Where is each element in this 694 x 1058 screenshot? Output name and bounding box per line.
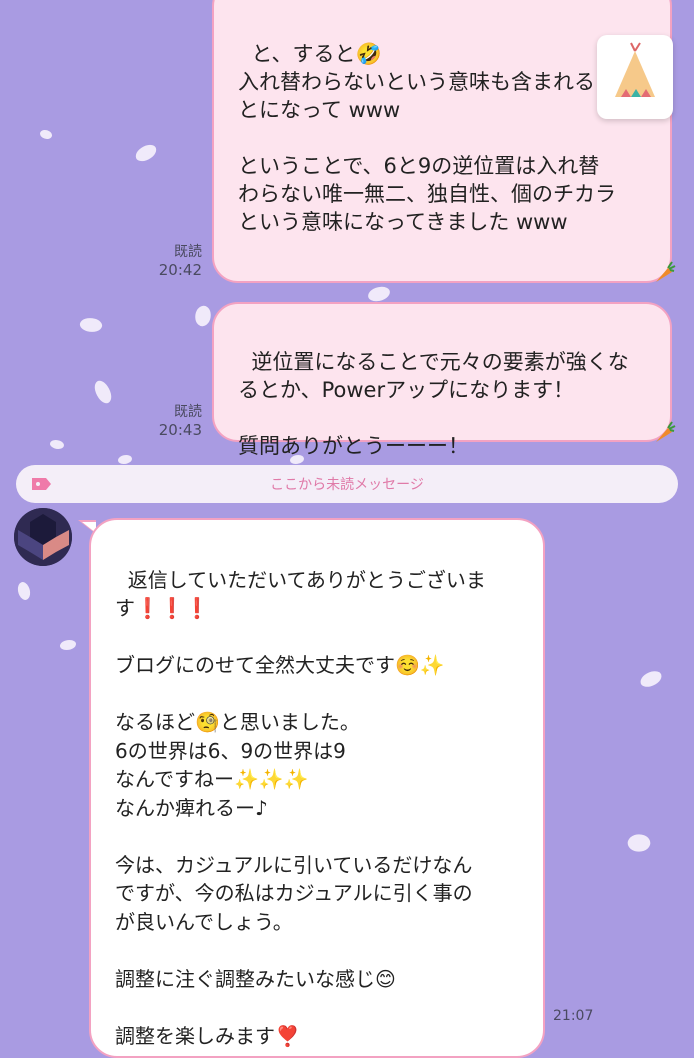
petal-decoration [38,127,54,142]
read-label: 既読 [174,404,202,420]
message-time: 20:42 [158,261,202,279]
petal-decoration [367,286,391,302]
petal-decoration [14,580,34,602]
petal-decoration [133,142,159,164]
carrot-icon [656,261,676,282]
message-time: 20:43 [158,421,202,439]
unread-divider-label: ここから未読メッセージ [270,477,424,493]
incoming-message-bubble[interactable]: 返信していただいてありがとうございま す❗️❗️❗️ ブログにのせて全然大丈夫で… [89,518,545,1058]
message-meta: 既読 20:43 [150,403,202,439]
outgoing-message-bubble[interactable]: 逆位置になることで元々の要素が強くな るとか、Powerアップになります！ 質問… [212,302,672,458]
unread-divider: ここから未読メッセージ [16,465,678,503]
chat-screen: { "messages_out": [ { "text": "と、すると🤣\n入… [0,0,694,1058]
avatar[interactable] [14,508,72,566]
petal-decoration [90,378,116,406]
incoming-message-time: 21:07 [553,1008,594,1024]
app-floating-icon[interactable] [597,35,673,119]
petal-decoration [625,830,653,856]
petal-decoration [48,437,66,452]
carrot-icon [656,421,676,442]
petal-decoration [60,640,76,650]
tent-icon [615,42,655,97]
message-meta: 既読 20:42 [150,243,202,279]
petal-decoration [193,304,213,328]
avatar-image [14,508,72,566]
petal-decoration [118,455,132,464]
read-label: 既読 [174,244,202,260]
incoming-message-text: 返信していただいてありがとうございま す❗️❗️❗️ ブログにのせて全然大丈夫で… [115,567,486,1048]
petal-decoration [638,669,664,689]
outgoing-message-text: と、すると🤣 入れ替わらないという意味も含まれるこ とになって www というこ… [238,42,616,234]
petal-decoration [78,315,104,335]
outgoing-message-text: 逆位置になることで元々の要素が強くな るとか、Powerアップになります！ 質問… [238,350,629,458]
